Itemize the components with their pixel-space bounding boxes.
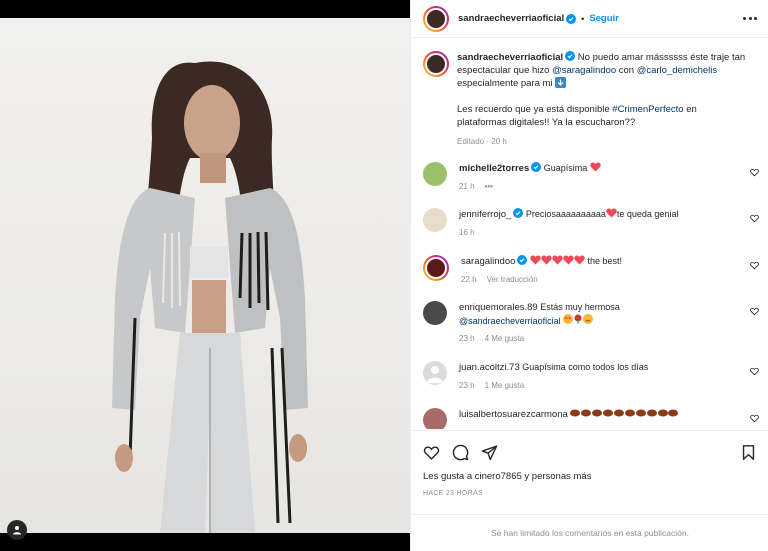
- see-translation-link[interactable]: Ver traducción: [487, 274, 538, 286]
- commenter-avatar-default[interactable]: [423, 361, 447, 385]
- comment-item: michelle2torres Guapísima 21 h •••: [423, 162, 759, 193]
- comment-time: 22 h: [461, 275, 477, 284]
- post-sidebar: sandraecheverriaoficial • Seguir sandrae…: [410, 0, 768, 551]
- caption-text-3: especialmente para mi: [457, 78, 553, 89]
- red-heart-emoji-icon: [574, 255, 585, 265]
- comment-likes[interactable]: 1 Me gusta: [485, 380, 525, 392]
- comment-text: Preciosaaaaaaaaaa: [525, 209, 606, 219]
- commenter-avatar[interactable]: [423, 301, 447, 325]
- post-time-ago: HACE 23 HORAS: [423, 490, 483, 497]
- comment-text: Guapísima: [543, 163, 588, 173]
- caption-edited: Editado: [457, 137, 485, 146]
- comment-text-2: te queda genial: [616, 209, 679, 219]
- red-heart-emoji-icon: [541, 255, 552, 265]
- author-username[interactable]: sandraecheverriaoficial: [458, 13, 564, 24]
- commenter-username[interactable]: jenniferrojo_: [459, 209, 511, 220]
- commenter-avatar[interactable]: [423, 162, 447, 186]
- verified-badge-icon: [513, 208, 524, 218]
- verified-badge-icon: [517, 255, 528, 265]
- author-avatar[interactable]: [423, 5, 449, 32]
- commenter-username[interactable]: saragalindoo: [461, 256, 515, 267]
- share-icon[interactable]: [481, 444, 498, 461]
- heart-emojis: [530, 255, 588, 266]
- verified-badge-icon: [566, 13, 577, 24]
- follow-button[interactable]: Seguir: [589, 13, 619, 24]
- heart-icon[interactable]: [750, 214, 759, 223]
- commenter-username[interactable]: enriquemorales.89: [459, 302, 538, 313]
- caption-time: 20 h: [491, 137, 507, 146]
- verified-badge-icon: [565, 51, 576, 61]
- caption-text-4: Les recuerdo que ya está disponible: [457, 104, 610, 115]
- heart-icon[interactable]: [750, 261, 759, 270]
- red-heart-emoji-icon: [563, 255, 574, 265]
- photo-illustration: [112, 61, 308, 533]
- likes-summary[interactable]: Les gusta a cinero7865 y personas más: [423, 471, 757, 482]
- comment-item: luisalbertosuarezcarmona: [423, 408, 759, 429]
- football-emoji-icon: [570, 409, 679, 417]
- commenter-avatar[interactable]: [423, 208, 447, 232]
- football-emojis: [570, 409, 679, 419]
- heart-icon[interactable]: [750, 367, 759, 376]
- comment-time: 23 h: [459, 334, 475, 343]
- commenter-username[interactable]: juan.acoltzi.73: [459, 362, 520, 373]
- instagram-post-view: sandraecheverriaoficial • Seguir sandrae…: [0, 0, 768, 551]
- comment-text: Guapísima como todos los días: [522, 362, 649, 372]
- comment-item: juan.acoltzi.73 Guapísima como todos los…: [423, 361, 759, 392]
- heart-eyes-emoji-icon: [563, 314, 574, 324]
- comment-time: 21 h: [459, 182, 475, 191]
- caption-mention-carlo[interactable]: @carlo_demichelis: [637, 65, 717, 76]
- caption-text-2: con: [618, 65, 635, 76]
- post-caption: sandraecheverriaoficial No puedo amar má…: [423, 51, 759, 148]
- comment-time: 16 h: [459, 228, 475, 237]
- caption-meta: Editado · 20 h: [457, 135, 747, 148]
- comments-limited-notice: Se han limitado los comentarios en esta …: [411, 514, 768, 551]
- commenter-avatar[interactable]: [423, 255, 449, 281]
- more-options-icon[interactable]: [743, 11, 757, 25]
- heart-icon[interactable]: [423, 444, 440, 461]
- red-heart-emoji-icon: [552, 255, 563, 265]
- caption-hashtag[interactable]: #CrimenPerfecto: [612, 104, 683, 115]
- tag-user-icon[interactable]: [7, 520, 27, 540]
- heart-icon[interactable]: [750, 168, 759, 177]
- caption-avatar[interactable]: [423, 51, 449, 77]
- red-heart-emoji-icon: [590, 162, 601, 172]
- comment-time: 23 h: [459, 381, 475, 390]
- emoji-group: [563, 314, 594, 326]
- down-arrow-emoji-icon: [555, 77, 567, 88]
- comment-icon[interactable]: [452, 444, 469, 461]
- heart-icon[interactable]: [750, 414, 759, 423]
- caption-meta-dot: ·: [486, 137, 490, 146]
- smile-emoji-icon: [583, 314, 594, 324]
- roses-emoji-icon: [574, 314, 582, 324]
- comment-options[interactable]: •••: [485, 181, 493, 193]
- heart-icon[interactable]: [750, 307, 759, 316]
- comments-list[interactable]: sandraecheverriaoficial No puedo amar má…: [411, 39, 768, 429]
- action-bar: Les gusta a cinero7865 y personas más HA…: [411, 430, 768, 497]
- comment-item: saragalindoo the best! 22 h Ver traducció…: [423, 255, 759, 286]
- red-heart-emoji-icon: [606, 208, 617, 218]
- comment-text: Estás muy hermosa: [540, 302, 620, 312]
- comment-text: the best!: [587, 256, 622, 266]
- verified-badge-icon: [531, 162, 542, 172]
- commenter-username[interactable]: luisalbertosuarezcarmona: [459, 409, 568, 420]
- photo-panel: [0, 0, 410, 551]
- caption-mention-saragalindoo[interactable]: @saragalindoo: [552, 65, 616, 76]
- header-separator: •: [581, 13, 585, 24]
- post-header: sandraecheverriaoficial • Seguir: [411, 0, 768, 38]
- caption-username[interactable]: sandraecheverriaoficial: [457, 52, 563, 63]
- comment-mention[interactable]: @sandraecheverriaoficial: [459, 316, 561, 326]
- bookmark-icon[interactable]: [740, 444, 757, 461]
- post-photo[interactable]: [0, 18, 410, 533]
- commenter-username[interactable]: michelle2torres: [459, 163, 529, 174]
- commenter-avatar[interactable]: [423, 408, 447, 429]
- comment-likes[interactable]: 4 Me gusta: [485, 333, 525, 345]
- comment-item: enriquemorales.89 Estás muy hermosa @san…: [423, 301, 759, 345]
- red-heart-emoji-icon: [530, 255, 541, 265]
- comment-item: jenniferrojo_ Preciosaaaaaaaaaa te queda …: [423, 208, 759, 239]
